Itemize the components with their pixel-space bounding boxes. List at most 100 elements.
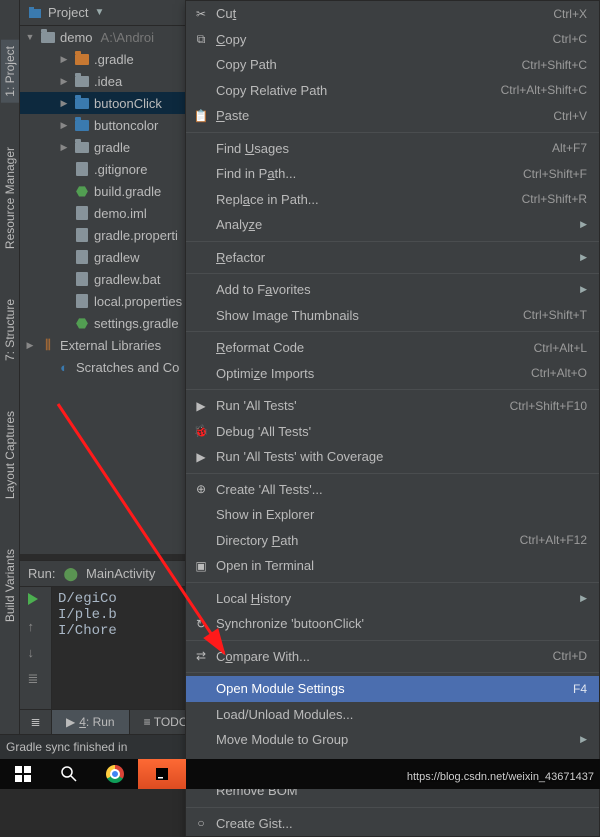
menu-item[interactable]: Add to Favorites▶: [186, 277, 599, 303]
menu-shortcut: Ctrl+Alt+L: [534, 341, 587, 355]
tree-row[interactable]: ⬣settings.gradle: [20, 312, 185, 334]
menu-item[interactable]: Open Module SettingsF4: [186, 676, 599, 702]
menu-item[interactable]: ⧉CopyCtrl+C: [186, 27, 599, 53]
menu-item-label: Refactor: [216, 250, 574, 265]
libraries-icon: ⫼: [40, 337, 56, 353]
tree-root[interactable]: ▼ demo A:\Androi: [20, 26, 185, 48]
tree-item-label: .gitignore: [94, 162, 147, 177]
chevron-right-icon: ▶: [24, 340, 36, 351]
menu-item-label: Open Module Settings: [216, 681, 573, 696]
menu-icon: ⧉: [194, 32, 208, 46]
menu-item-label: Run 'All Tests' with Coverage: [216, 449, 587, 464]
status-text: Gradle sync finished in: [6, 740, 127, 754]
left-tab-resource-manager[interactable]: Resource Manager: [1, 141, 19, 255]
submenu-arrow-icon: ▶: [580, 734, 587, 745]
down-button[interactable]: ↓: [28, 645, 44, 661]
menu-item-label: Show in Explorer: [216, 507, 587, 522]
menu-item[interactable]: Copy PathCtrl+Shift+C: [186, 52, 599, 78]
menu-icon: ▣: [194, 559, 208, 573]
menu-item[interactable]: Copy Relative PathCtrl+Alt+Shift+C: [186, 78, 599, 104]
menu-item[interactable]: ▶Run 'All Tests'Ctrl+Shift+F10: [186, 393, 599, 419]
submenu-arrow-icon: ▶: [580, 284, 587, 295]
menu-item[interactable]: Directory PathCtrl+Alt+F12: [186, 528, 599, 554]
bottom-tab-menu[interactable]: ≣: [20, 710, 52, 734]
console-output[interactable]: D/egiCo I/ple.b I/Chore: [52, 587, 185, 709]
menu-item[interactable]: Find in Path...Ctrl+Shift+F: [186, 161, 599, 187]
menu-icon: ⇄: [194, 649, 208, 663]
tree-row[interactable]: ▶butoonClick: [20, 92, 185, 114]
folder-icon: [74, 51, 90, 67]
menu-item[interactable]: Refactor ▶: [186, 245, 599, 271]
menu-icon: ⊕: [194, 482, 208, 496]
bottom-tab-run[interactable]: ▶ 4: Run: [52, 710, 130, 734]
tree-scratches[interactable]: ◐ Scratches and Co: [20, 356, 185, 378]
menu-icon: ▶: [194, 399, 208, 413]
menu-item-label: Directory Path: [216, 533, 520, 548]
menu-item-label: Analyze: [216, 217, 574, 232]
menu-item[interactable]: Local History▶: [186, 586, 599, 612]
tree-item-label: butoonClick: [94, 96, 162, 111]
up-button[interactable]: ↑: [28, 619, 44, 635]
tree-row[interactable]: ▶gradle: [20, 136, 185, 158]
menu-item[interactable]: ⊕ Create 'All Tests'...: [186, 477, 599, 503]
tree-item-label: gradlew.bat: [94, 272, 161, 287]
menu-item[interactable]: Replace in Path...Ctrl+Shift+R: [186, 187, 599, 213]
menu-item[interactable]: ✂CutCtrl+X: [186, 1, 599, 27]
menu-item[interactable]: ⇄Compare With...Ctrl+D: [186, 644, 599, 670]
tree-row[interactable]: demo.iml: [20, 202, 185, 224]
menu-item-label: Create 'All Tests'...: [216, 482, 587, 497]
module-icon: [74, 117, 90, 133]
tree-item-label: gradlew: [94, 250, 140, 265]
menu-item[interactable]: Move Module to Group▶: [186, 727, 599, 753]
chevron-right-icon: ▶: [58, 76, 70, 87]
tree-row[interactable]: ▶buttoncolor: [20, 114, 185, 136]
run-config-name: MainActivity: [86, 566, 155, 581]
menu-shortcut: Ctrl+Shift+F: [523, 167, 587, 181]
start-button[interactable]: [0, 759, 46, 789]
menu-item[interactable]: ↻Synchronize 'butoonClick': [186, 611, 599, 637]
chrome-button[interactable]: [92, 759, 138, 789]
tree-row[interactable]: local.properties: [20, 290, 185, 312]
tree-row[interactable]: ▶.gradle: [20, 48, 185, 70]
tree-external-libraries[interactable]: ▶ ⫼ External Libraries: [20, 334, 185, 356]
tree-row[interactable]: ▶.idea: [20, 70, 185, 92]
left-tab-layout-captures[interactable]: Layout Captures: [1, 405, 19, 505]
submenu-arrow-icon: ▶: [580, 252, 587, 263]
tree-row[interactable]: gradlew: [20, 246, 185, 268]
menu-item[interactable]: Load/Unload Modules...: [186, 702, 599, 728]
project-tree[interactable]: ▼ demo A:\Androi ▶.gradle▶.idea▶butoonCl…: [20, 26, 185, 554]
tree-row[interactable]: gradlew.bat: [20, 268, 185, 290]
menu-separator: [186, 389, 599, 390]
menu-separator: [186, 241, 599, 242]
menu-item[interactable]: Reformat CodeCtrl+Alt+L: [186, 335, 599, 361]
menu-item[interactable]: Show in Explorer: [186, 502, 599, 528]
menu-item-label: Show Image Thumbnails: [216, 308, 523, 323]
left-tab-build-variants[interactable]: Build Variants: [1, 543, 19, 628]
left-tab-structure[interactable]: 7: Structure: [1, 293, 19, 367]
menu-item[interactable]: ▣ Open in Terminal: [186, 553, 599, 579]
left-tab-project[interactable]: 1: Project: [1, 40, 19, 103]
search-button[interactable]: [46, 759, 92, 789]
file-icon: [74, 161, 90, 177]
context-menu[interactable]: ✂CutCtrl+X⧉CopyCtrl+CCopy PathCtrl+Shift…: [185, 0, 600, 837]
menu-item-label: Compare With...: [216, 649, 553, 664]
wrap-button[interactable]: ≣: [28, 671, 44, 687]
menu-item-label: Optimize Imports: [216, 366, 531, 381]
menu-item[interactable]: ▶Run 'All Tests' with Coverage: [186, 444, 599, 470]
tree-item-label: build.gradle: [94, 184, 161, 199]
menu-item[interactable]: 🐞Debug 'All Tests': [186, 419, 599, 445]
tree-row[interactable]: .gitignore: [20, 158, 185, 180]
menu-item[interactable]: Show Image ThumbnailsCtrl+Shift+T: [186, 303, 599, 329]
run-label: Run:: [28, 566, 55, 581]
menu-item[interactable]: Optimize ImportsCtrl+Alt+O: [186, 361, 599, 387]
menu-item-label: Open in Terminal: [216, 558, 587, 573]
tree-row[interactable]: gradle.properti: [20, 224, 185, 246]
menu-item[interactable]: Find UsagesAlt+F7: [186, 136, 599, 162]
menu-item[interactable]: ○Create Gist...: [186, 811, 599, 837]
menu-item[interactable]: 📋PasteCtrl+V: [186, 103, 599, 129]
intellij-icon: [153, 765, 171, 783]
menu-item[interactable]: Analyze▶: [186, 212, 599, 238]
rerun-button[interactable]: [28, 593, 44, 609]
tree-row[interactable]: ⬣build.gradle: [20, 180, 185, 202]
intellij-button[interactable]: [138, 759, 186, 789]
